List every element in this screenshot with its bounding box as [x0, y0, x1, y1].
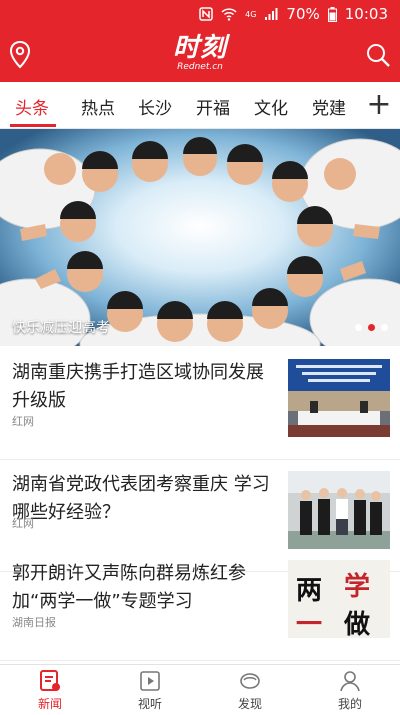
discover-icon	[240, 673, 260, 689]
news-source: 湖南日报	[12, 616, 56, 629]
tab-party[interactable]: 党建	[312, 94, 346, 119]
location-pin-icon	[9, 40, 31, 69]
bottom-nav: 新闻 视听 发现 我的	[0, 664, 400, 715]
status-bar: 4G 70% 10:03	[0, 0, 400, 30]
battery-icon	[327, 6, 337, 22]
nav-label: 新闻	[37, 697, 62, 711]
nfc-icon	[199, 7, 213, 21]
news-item[interactable]: 湖南重庆携手打造区域协同发展升级版 红网	[0, 347, 400, 460]
carousel-dot[interactable]	[355, 324, 362, 331]
tab-kaifu[interactable]: 开福	[196, 94, 230, 119]
nav-profile[interactable]: 我的	[320, 669, 380, 712]
app-header: 时刻 Rednet.cn	[0, 30, 400, 82]
clock: 10:03	[344, 5, 388, 23]
nav-label: 视听	[137, 697, 162, 711]
nav-discover[interactable]: 发现	[220, 669, 280, 712]
network-type: 4G	[245, 9, 257, 19]
search-icon	[367, 44, 390, 67]
nav-video[interactable]: 视听	[120, 669, 180, 712]
hero-caption: 快乐减压迎高考	[12, 320, 110, 336]
news-thumbnail: 两 学 一 做	[288, 560, 390, 638]
thumb-char: 一	[296, 610, 323, 638]
nav-label: 我的	[337, 697, 362, 711]
thumb-char: 做	[344, 610, 371, 638]
news-thumbnail	[288, 471, 390, 549]
news-title: 湖南重庆携手打造区域协同发展升级版	[12, 362, 264, 411]
news-source: 红网	[12, 415, 34, 428]
video-play-icon	[140, 671, 160, 691]
active-tab-indicator	[10, 124, 56, 127]
news-title: 郭开朗许又声陈向群易炼红参加“两学一做”专题学习	[12, 563, 246, 612]
thumb-char: 学	[344, 572, 371, 602]
wifi-icon	[221, 7, 237, 21]
app-logo: 时刻 Rednet.cn	[150, 34, 250, 78]
tab-culture[interactable]: 文化	[254, 94, 288, 119]
hero-photo	[0, 129, 400, 346]
nav-news[interactable]: 新闻	[20, 669, 80, 712]
search-button[interactable]	[364, 40, 392, 70]
hero-banner[interactable]: 快乐减压迎高考	[0, 129, 400, 346]
tab-headlines[interactable]: 头条	[15, 94, 49, 119]
news-thumbnail	[288, 359, 390, 437]
news-source: 红网	[12, 517, 34, 530]
news-item[interactable]: 郭开朗许又声陈向群易炼红参加“两学一做”专题学习 湖南日报 两 学 一 做	[0, 548, 400, 661]
logo-subtext: Rednet.cn	[177, 62, 223, 72]
news-icon	[40, 670, 60, 691]
thumb-char: 两	[296, 576, 323, 606]
signal-icon	[264, 7, 278, 21]
battery-percent: 70%	[286, 5, 320, 23]
carousel-dot[interactable]	[381, 324, 388, 331]
news-title: 湖南省党政代表团考察重庆 学习哪些好经验？	[12, 474, 270, 523]
add-tab-button[interactable]: +	[366, 88, 392, 122]
carousel-dot-active[interactable]	[368, 324, 375, 331]
category-tabs: 头条 热点 长沙 开福 文化 党建 +	[0, 82, 400, 129]
logo-text: 时刻	[172, 33, 227, 63]
nav-label: 发现	[237, 697, 262, 711]
location-button[interactable]	[8, 40, 32, 70]
carousel-dots	[355, 324, 388, 331]
tab-changsha[interactable]: 长沙	[138, 94, 172, 119]
user-icon	[340, 671, 360, 692]
tab-hot[interactable]: 热点	[81, 94, 115, 119]
